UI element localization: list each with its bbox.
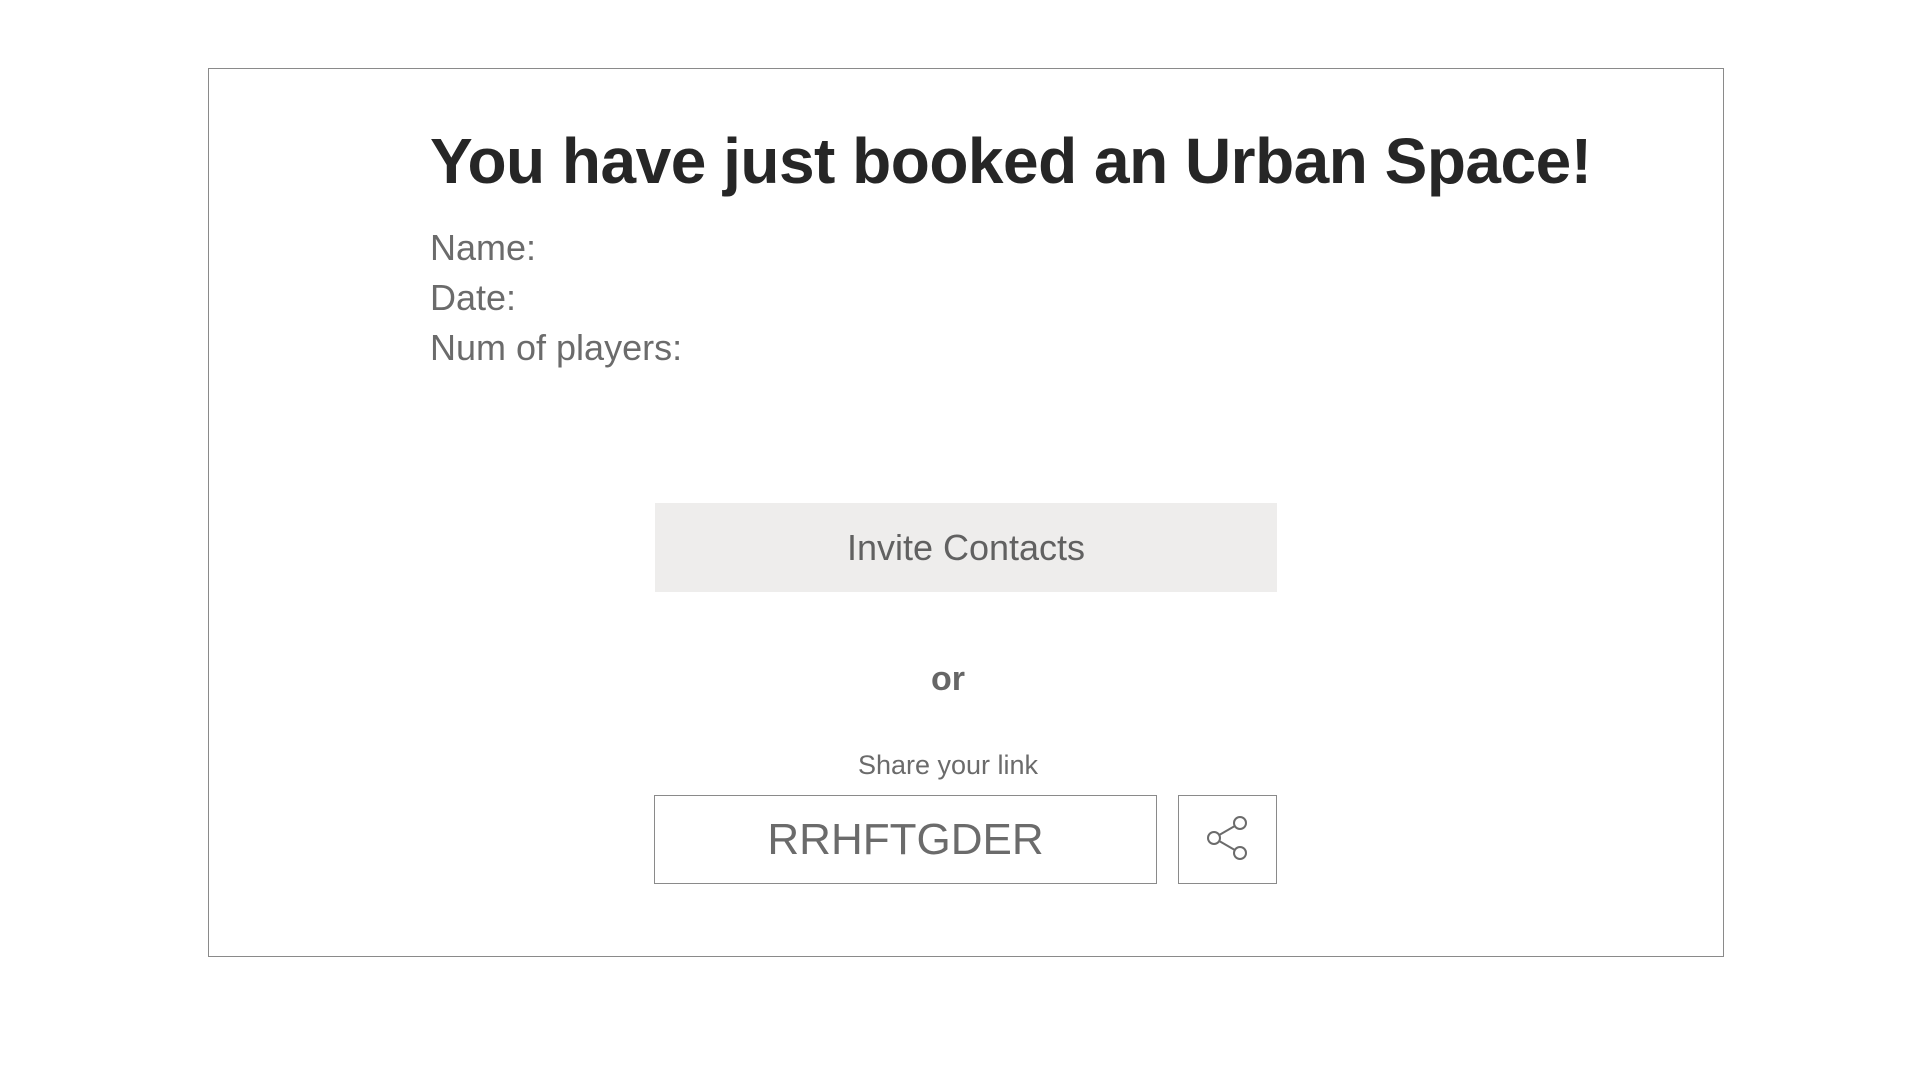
share-link-code[interactable]: RRHFTGDER <box>654 795 1157 884</box>
share-link-caption: Share your link <box>857 750 1039 780</box>
invite-contacts-button[interactable]: Invite Contacts <box>655 503 1277 592</box>
or-divider-text: or <box>931 660 965 698</box>
booking-details: Name: Date: Num of players: <box>430 223 682 373</box>
name-label: Name: <box>430 227 537 268</box>
share-icon <box>1204 814 1252 865</box>
page-title: You have just booked an Urban Space! <box>430 125 1592 197</box>
share-button[interactable] <box>1178 795 1277 884</box>
date-label: Date: <box>430 277 517 318</box>
players-label: Num of players: <box>430 327 683 368</box>
